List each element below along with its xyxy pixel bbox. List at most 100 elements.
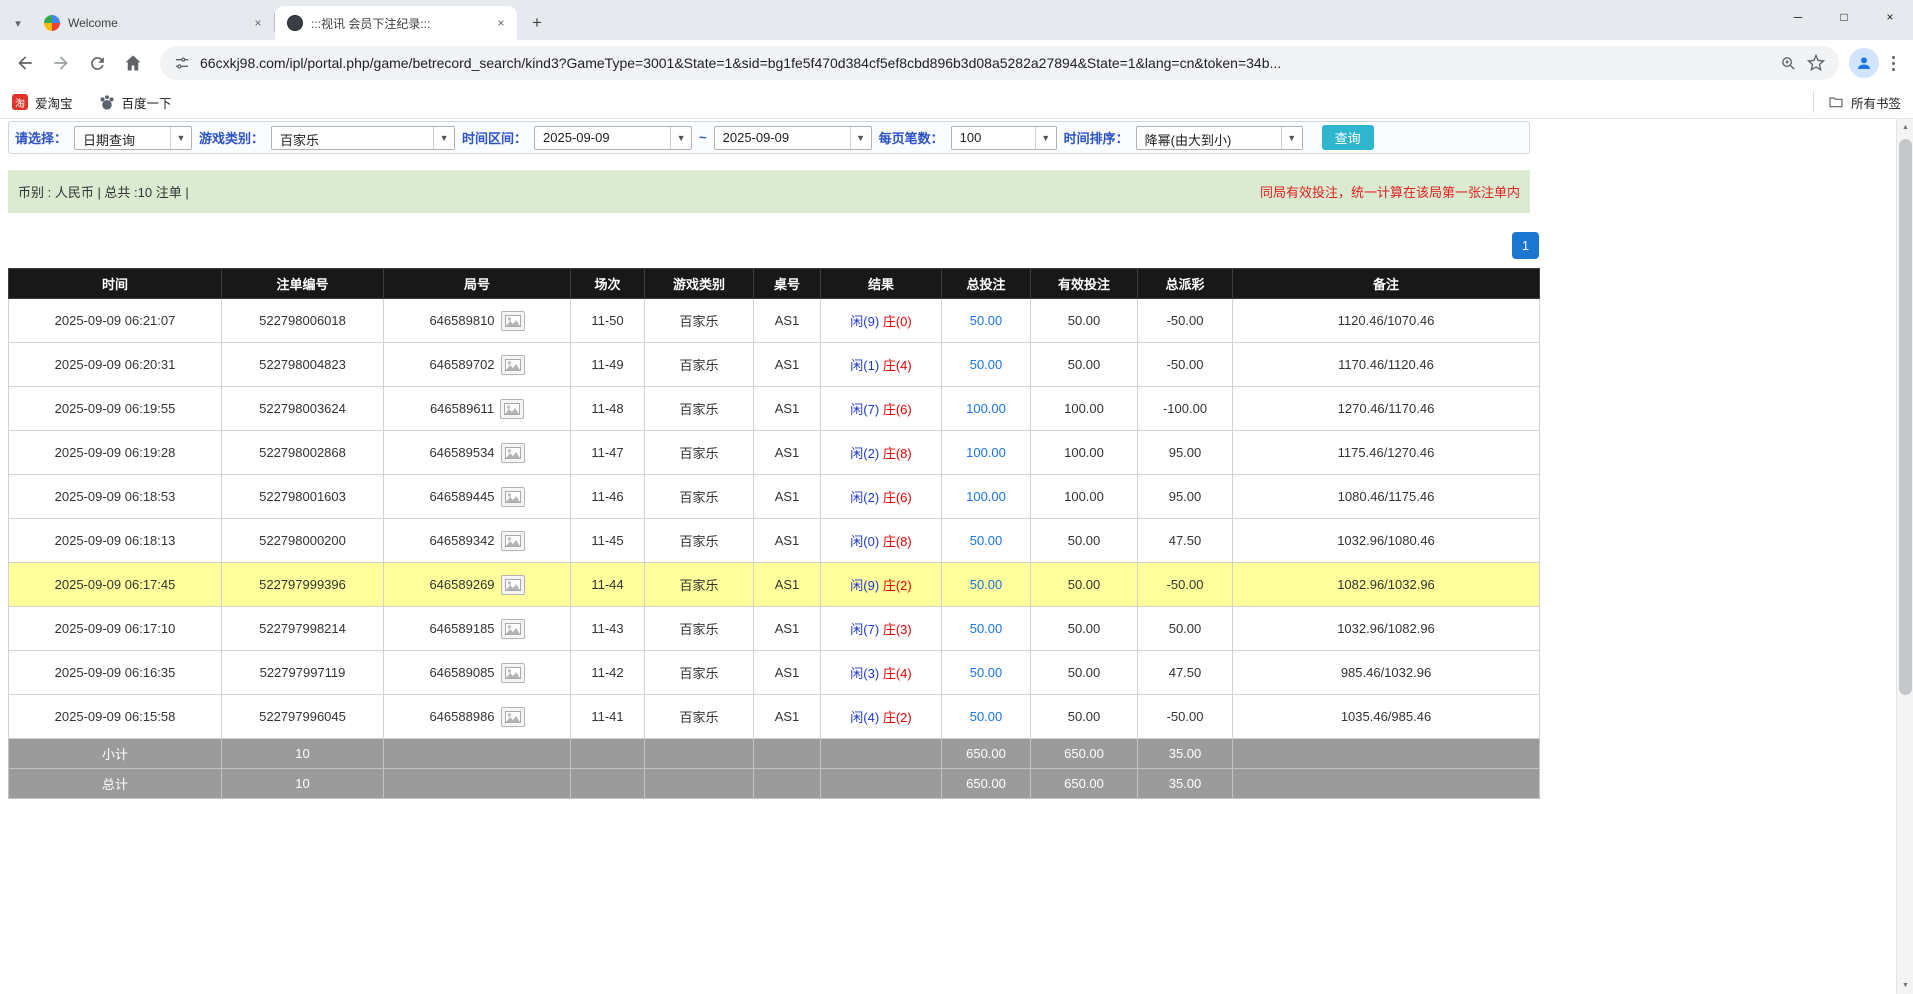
back-button[interactable] xyxy=(8,46,42,80)
total-bet-link[interactable]: 100.00 xyxy=(966,489,1006,504)
cell-result: 闲(7) 庄(6) xyxy=(821,387,942,431)
game-type-value[interactable]: 百家乐 xyxy=(272,127,433,149)
roadmap-icon[interactable] xyxy=(501,619,525,639)
roadmap-icon[interactable] xyxy=(501,443,525,463)
round-number: 646589611 xyxy=(430,401,494,416)
result-banker: 庄(2) xyxy=(883,578,912,593)
all-bookmarks-button[interactable]: 所有书签 xyxy=(1813,91,1901,113)
total-bet-link[interactable]: 50.00 xyxy=(970,533,1003,548)
bookmark-baidu[interactable]: 百度一下 xyxy=(99,93,172,112)
game-type-dropdown[interactable]: 百家乐 ▼ xyxy=(271,126,455,150)
column-header: 局号 xyxy=(384,269,571,299)
per-page-dropdown[interactable]: 100 ▼ xyxy=(951,126,1057,150)
bookmark-taobao[interactable]: 淘 爱淘宝 xyxy=(12,93,73,112)
tab-close-icon[interactable]: × xyxy=(250,15,266,31)
total-bet-link[interactable]: 50.00 xyxy=(970,709,1003,724)
reload-button[interactable] xyxy=(80,46,114,80)
zoom-icon[interactable] xyxy=(1780,55,1797,72)
date-to-value[interactable]: 2025-09-09 xyxy=(715,127,850,149)
cell-note: 1270.46/1170.46 xyxy=(1233,387,1540,431)
column-header: 有效投注 xyxy=(1031,269,1138,299)
browser-tab-betrecord[interactable]: :::视讯 会员下注纪录::: × xyxy=(275,6,517,40)
address-bar[interactable]: 66cxkj98.com/ipl/portal.php/game/betreco… xyxy=(160,46,1839,80)
roadmap-icon[interactable] xyxy=(501,575,525,595)
footer-row-subtotal: 小计10650.00650.0035.00 xyxy=(9,739,1540,769)
cell-bet-id: 522798002868 xyxy=(222,431,384,475)
close-window-button[interactable]: × xyxy=(1867,0,1913,34)
cell-round: 646589702 xyxy=(384,343,571,387)
chevron-down-icon[interactable]: ▼ xyxy=(670,127,691,149)
roadmap-icon[interactable] xyxy=(501,355,525,375)
new-tab-button[interactable]: + xyxy=(523,9,551,37)
table-footer: 小计10650.00650.0035.00总计10650.00650.0035.… xyxy=(9,739,1540,799)
search-button[interactable]: 查询 xyxy=(1322,125,1374,150)
tab-close-icon[interactable]: × xyxy=(493,15,509,31)
minimize-button[interactable]: ─ xyxy=(1775,0,1821,34)
browser-menu-icon[interactable] xyxy=(1881,48,1905,78)
result-banker: 庄(8) xyxy=(883,534,912,549)
tab-title: :::视讯 会员下注纪录::: xyxy=(311,15,485,32)
cell-session: 11-46 xyxy=(571,475,645,519)
profile-avatar[interactable] xyxy=(1849,48,1879,78)
cell-game: 百家乐 xyxy=(645,563,754,607)
cell-round: 646589342 xyxy=(384,519,571,563)
total-bet-link[interactable]: 50.00 xyxy=(970,357,1003,372)
url-text[interactable]: 66cxkj98.com/ipl/portal.php/game/betreco… xyxy=(200,55,1770,71)
chevron-down-icon[interactable]: ▼ xyxy=(170,127,191,149)
date-to-dropdown[interactable]: 2025-09-09 ▼ xyxy=(714,126,872,150)
sort-order-dropdown[interactable]: 降幂(由大到小) ▼ xyxy=(1136,126,1303,150)
table-row: 2025-09-09 06:16:35 522797997119 6465890… xyxy=(9,651,1540,695)
scroll-down-icon[interactable]: ▼ xyxy=(1897,977,1913,994)
total-bet-link[interactable]: 100.00 xyxy=(966,401,1006,416)
vertical-scrollbar[interactable]: ▲ ▼ xyxy=(1896,119,1913,994)
page-1-button[interactable]: 1 xyxy=(1512,232,1539,259)
date-range-label: 时间区间： xyxy=(462,128,527,147)
chevron-down-icon[interactable]: ▼ xyxy=(1281,127,1302,149)
bet-record-table: 时间注单编号局号场次游戏类别桌号结果总投注有效投注总派彩备注 2025-09-0… xyxy=(8,268,1540,799)
query-type-dropdown[interactable]: 日期查询 ▼ xyxy=(74,126,192,150)
cell-table: AS1 xyxy=(754,563,821,607)
roadmap-icon[interactable] xyxy=(501,663,525,683)
baidu-paw-icon xyxy=(99,94,115,110)
footer-cell xyxy=(1233,739,1540,769)
bookmark-star-icon[interactable] xyxy=(1807,54,1825,72)
cell-bet-id: 522798004823 xyxy=(222,343,384,387)
column-header: 场次 xyxy=(571,269,645,299)
forward-button[interactable] xyxy=(44,46,78,80)
total-bet-link[interactable]: 50.00 xyxy=(970,621,1003,636)
chevron-down-icon[interactable]: ▼ xyxy=(1035,127,1056,149)
per-page-value[interactable]: 100 xyxy=(952,127,1035,149)
date-from-value[interactable]: 2025-09-09 xyxy=(535,127,670,149)
browser-tab-welcome[interactable]: Welcome × xyxy=(32,6,274,40)
date-from-dropdown[interactable]: 2025-09-09 ▼ xyxy=(534,126,692,150)
table-row: 2025-09-09 06:15:58 522797996045 6465889… xyxy=(9,695,1540,739)
cell-session: 11-48 xyxy=(571,387,645,431)
roadmap-icon[interactable] xyxy=(501,311,525,331)
roadmap-icon[interactable] xyxy=(501,531,525,551)
chevron-down-icon[interactable]: ▼ xyxy=(433,127,454,149)
tab-search-chevron-icon[interactable]: ▾ xyxy=(4,6,32,40)
scroll-up-icon[interactable]: ▲ xyxy=(1897,119,1913,136)
table-row: 2025-09-09 06:19:28 522798002868 6465895… xyxy=(9,431,1540,475)
cell-table: AS1 xyxy=(754,519,821,563)
result-player: 闲(4) xyxy=(850,710,879,725)
total-bet-link[interactable]: 100.00 xyxy=(966,445,1006,460)
chevron-down-icon[interactable]: ▼ xyxy=(850,127,871,149)
maximize-button[interactable]: □ xyxy=(1821,0,1867,34)
cell-valid-bet: 50.00 xyxy=(1031,695,1138,739)
sort-order-value[interactable]: 降幂(由大到小) xyxy=(1137,127,1281,149)
select-type-label: 请选择： xyxy=(15,128,67,147)
total-bet-link[interactable]: 50.00 xyxy=(970,313,1003,328)
total-bet-link[interactable]: 50.00 xyxy=(970,577,1003,592)
result-banker: 庄(4) xyxy=(883,358,912,373)
site-settings-icon[interactable] xyxy=(174,55,190,71)
roadmap-icon[interactable] xyxy=(501,487,525,507)
cell-bet-id: 522798001603 xyxy=(222,475,384,519)
scrollbar-thumb[interactable] xyxy=(1899,139,1912,695)
home-button[interactable] xyxy=(116,46,150,80)
folder-icon xyxy=(1828,94,1844,110)
total-bet-link[interactable]: 50.00 xyxy=(970,665,1003,680)
query-type-value[interactable]: 日期查询 xyxy=(75,127,170,149)
roadmap-icon[interactable] xyxy=(500,399,524,419)
roadmap-icon[interactable] xyxy=(501,707,525,727)
